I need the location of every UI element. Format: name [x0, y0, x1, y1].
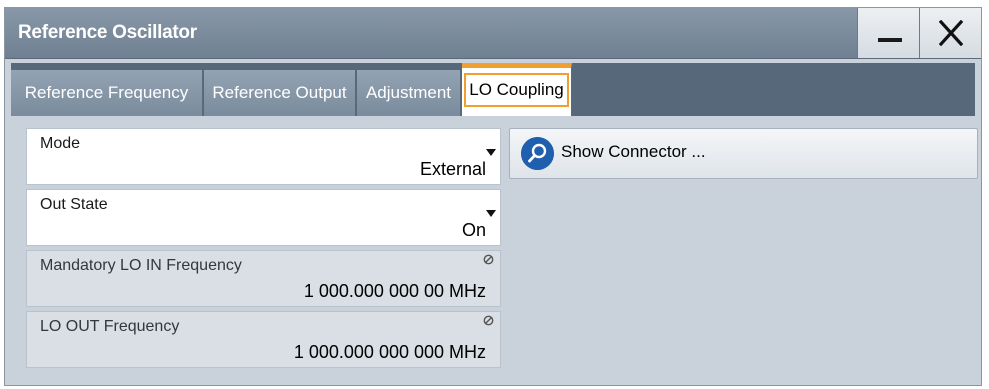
dropdown-arrow-icon: [486, 210, 496, 217]
lo-in-frequency-field: Mandatory LO IN Frequency 1 000.000 000 …: [26, 250, 501, 307]
reference-oscillator-dialog: Reference Oscillator Reference Frequency…: [4, 7, 982, 386]
lo-in-frequency-value: 1 000.000 000 00 MHz: [303, 281, 486, 301]
read-only-icon: [483, 315, 494, 326]
out-state-value: On: [461, 220, 486, 240]
lo-in-frequency-label: Mandatory LO IN Frequency: [40, 257, 242, 274]
mode-select[interactable]: Mode External: [26, 128, 501, 185]
tab-lo-coupling[interactable]: LO Coupling: [462, 63, 572, 116]
tab-lo-coupling-label: LO Coupling: [464, 73, 569, 107]
lo-out-frequency-value: 1 000.000 000 000 MHz: [293, 342, 486, 362]
close-icon: [939, 20, 963, 46]
minimize-button[interactable]: [857, 8, 919, 58]
search-icon: [521, 137, 554, 170]
show-connector-label: Show Connector ...: [561, 142, 706, 161]
tab-bar: Reference Frequency Reference Output Adj…: [11, 63, 975, 116]
tab-reference-output[interactable]: Reference Output: [204, 70, 356, 116]
mode-value: External: [419, 159, 486, 179]
dialog-title: Reference Oscillator: [18, 22, 197, 43]
lo-out-frequency-label: LO OUT Frequency: [40, 318, 180, 335]
minimize-icon: [878, 38, 902, 42]
tab-reference-frequency[interactable]: Reference Frequency: [11, 70, 203, 116]
lo-out-frequency-field: LO OUT Frequency 1 000.000 000 000 MHz: [26, 311, 501, 368]
close-button[interactable]: [919, 8, 981, 58]
out-state-label: Out State: [40, 196, 108, 213]
lo-coupling-panel: Mode External Out State On Mandatory LO …: [11, 116, 978, 379]
out-state-select[interactable]: Out State On: [26, 189, 501, 246]
tab-adjustment[interactable]: Adjustment: [357, 70, 461, 116]
show-connector-button[interactable]: Show Connector ...: [509, 128, 978, 179]
dropdown-arrow-icon: [486, 149, 496, 156]
title-bar: Reference Oscillator: [5, 8, 981, 59]
read-only-icon: [483, 254, 494, 265]
mode-label: Mode: [40, 135, 81, 152]
